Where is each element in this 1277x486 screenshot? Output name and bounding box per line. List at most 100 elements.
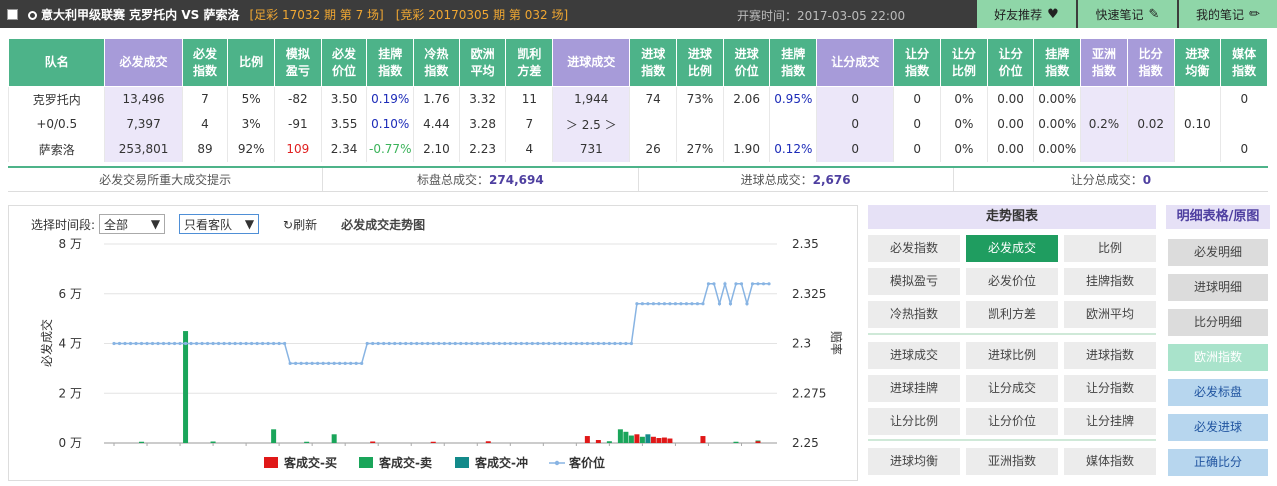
trend-item-button[interactable]: 模拟盈亏	[868, 268, 960, 295]
price-point	[233, 341, 237, 346]
trend-item-button[interactable]: 冷热指数	[868, 301, 960, 328]
recommend-button[interactable]: 好友推荐 ♥	[977, 0, 1076, 28]
price-point	[497, 341, 501, 346]
detail-button[interactable]: 必发标盘	[1168, 379, 1268, 406]
table-header-cell[interactable]: 必发 价位	[320, 38, 368, 87]
table-header-cell[interactable]: 让分 指数	[893, 38, 942, 87]
table-cell: 0.10	[1173, 111, 1221, 137]
trend-item-button[interactable]: 让分挂牌	[1064, 408, 1156, 435]
price-point	[343, 361, 347, 365]
table-cell: 0.12%	[769, 136, 817, 162]
table-cell: 73%	[676, 86, 724, 112]
table-cell: 0	[816, 86, 894, 112]
table-header-cell[interactable]: 欧洲 平均	[458, 38, 507, 87]
table-header-cell[interactable]: 必发成交	[104, 38, 183, 87]
trend-item-button[interactable]: 必发价位	[966, 268, 1058, 295]
trend-item-button[interactable]: 进球比例	[966, 342, 1058, 369]
trend-item-button[interactable]: 凯利方差	[966, 301, 1058, 328]
table-header-cell[interactable]: 冷热 指数	[413, 38, 460, 87]
table-cell: 7	[181, 86, 228, 112]
y-tick-label-right: 2.25	[792, 436, 819, 450]
price-point	[464, 341, 468, 346]
price-point	[431, 341, 435, 346]
table-header-cell[interactable]: 进球成交	[552, 38, 631, 87]
trend-item-button[interactable]: 媒体指数	[1064, 448, 1156, 475]
table-cell: 0.10%	[366, 111, 414, 137]
my-notes-button[interactable]: 我的笔记 ✏	[1179, 0, 1277, 28]
trend-item-button[interactable]: 让分价位	[966, 408, 1058, 435]
price-point	[415, 341, 419, 346]
match-header: 意大利甲级联赛 克罗托内 VS 萨索洛 [足彩 17032 期 第 7 场] […	[0, 0, 1277, 28]
header-line: 挂牌	[378, 46, 403, 61]
table-header-cell[interactable]: 队名	[7, 38, 106, 87]
bar-buy	[661, 437, 667, 443]
price-point	[409, 341, 413, 346]
price-point	[238, 341, 243, 346]
trend-item-button[interactable]: 进球挂牌	[868, 375, 960, 402]
summary-bar: 必发交易所重大成交提示 标盘总成交：274,694 进球总成交：2,676 让分…	[8, 166, 1268, 192]
table-header-cell[interactable]: 进球 比例	[676, 38, 724, 87]
header-line: 指数	[781, 63, 806, 78]
table-header-cell[interactable]: 让分 比例	[940, 38, 988, 87]
table-header-cell[interactable]: 挂牌 指数	[366, 38, 415, 87]
price-point	[216, 341, 221, 346]
y-tick-label-left: 8 万	[59, 238, 82, 251]
table-header-cell[interactable]: 模拟 盈亏	[274, 38, 322, 87]
trend-item-button[interactable]: 欧洲平均	[1064, 301, 1156, 328]
price-point	[139, 341, 144, 346]
table-header-cell[interactable]: 挂牌 指数	[769, 38, 818, 87]
refresh-button[interactable]: ↻刷新	[283, 216, 317, 233]
detail-button[interactable]: 比分明细	[1168, 309, 1268, 336]
trend-item-button[interactable]: 进球成交	[868, 342, 960, 369]
table-header-cell[interactable]: 挂牌 指数	[1033, 38, 1082, 87]
trend-item-button[interactable]: 让分指数	[1064, 375, 1156, 402]
table-header-cell[interactable]: 让分 价位	[986, 38, 1035, 87]
dropdown-arrow-icon: ▼	[244, 217, 255, 231]
detail-button[interactable]: 进球明细	[1168, 274, 1268, 301]
select-checkbox[interactable]	[7, 8, 18, 20]
table-header-cell[interactable]: 比例	[227, 38, 275, 87]
big-trade-alert[interactable]: 必发交易所重大成交提示	[8, 168, 324, 191]
y-tick-label-right: 2.3	[792, 337, 811, 351]
table-header-cell[interactable]: 媒体 指数	[1220, 38, 1268, 87]
trend-item-button[interactable]: 让分比例	[868, 408, 960, 435]
trend-item-button[interactable]: 挂牌指数	[1064, 268, 1156, 295]
price-point	[189, 341, 193, 346]
table-cell: 克罗托内	[7, 86, 105, 112]
table-header-cell[interactable]: 比分 指数	[1126, 38, 1175, 87]
trend-item-button[interactable]: 进球均衡	[868, 448, 960, 475]
table-cell: 4	[505, 136, 553, 162]
bar-buy	[370, 441, 376, 443]
detail-button[interactable]: 正确比分	[1168, 449, 1268, 476]
y-tick-label-left: 0 万	[59, 436, 82, 450]
table-header-cell[interactable]: 进球 均衡	[1173, 38, 1222, 87]
trend-item-button[interactable]: 亚洲指数	[966, 448, 1058, 475]
team-filter-select[interactable]: 只看客队 ▼	[179, 214, 260, 234]
price-point	[728, 302, 733, 306]
goals-total-value: 2,676	[812, 173, 851, 187]
table-header-cell[interactable]: 进球 指数	[629, 38, 678, 87]
trend-item-button[interactable]: 比例	[1064, 235, 1156, 262]
detail-button[interactable]: 必发进球	[1168, 414, 1268, 441]
table-header-cell[interactable]: 让分成交	[816, 38, 895, 87]
trend-item-button[interactable]: 必发指数	[868, 235, 960, 262]
table-header-cell[interactable]: 必发 指数	[181, 38, 229, 87]
trend-item-button[interactable]: 必发成交	[966, 235, 1058, 262]
trend-item-button[interactable]: 进球指数	[1064, 342, 1156, 369]
price-point	[453, 341, 457, 346]
stats-table: 队名 必发成交 必发 指数 比例 模拟 盈亏 必发 价位 挂牌 指数 冷热 指数 欧洲 平均 凯利 方差 进球成交…	[7, 38, 1268, 162]
bar-buy	[634, 434, 640, 443]
trend-item-button[interactable]: 让分成交	[966, 375, 1058, 402]
table-header-cell[interactable]: 亚洲 指数	[1080, 38, 1128, 87]
detail-button[interactable]: 必发明细	[1168, 239, 1268, 266]
table-header-cell[interactable]: 凯利 方差	[505, 38, 554, 87]
table-cell: 0	[816, 111, 894, 137]
table-header-cell[interactable]: 进球 价位	[722, 38, 771, 87]
header-line: 进球	[734, 46, 759, 61]
time-range-select[interactable]: 全部 ▼	[99, 214, 166, 234]
table-cell: +0/0.5	[7, 111, 105, 137]
quick-note-button[interactable]: 快速笔记 ✎	[1078, 0, 1177, 28]
detail-button[interactable]: 欧洲指数	[1168, 344, 1268, 371]
table-cell	[722, 111, 770, 137]
bar-buy	[755, 441, 761, 443]
